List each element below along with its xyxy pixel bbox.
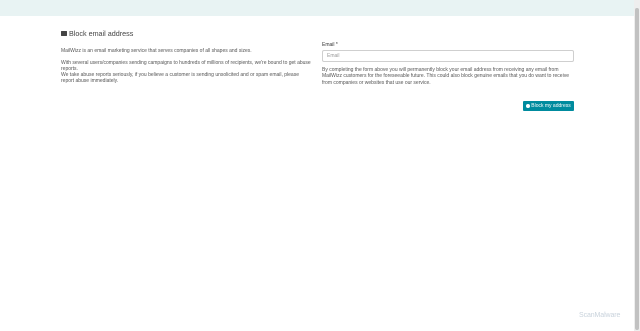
top-bar bbox=[0, 0, 634, 16]
page-title: Block email address bbox=[61, 29, 133, 38]
required-mark: * bbox=[335, 42, 338, 48]
vertical-scrollbar[interactable] bbox=[634, 0, 640, 331]
intro-paragraph-service: MailWizz is an email marketing service t… bbox=[61, 48, 252, 54]
block-button-label: Block my address bbox=[531, 103, 571, 109]
intro-paragraph-report-abuse: We take abuse reports seriously, if you … bbox=[61, 72, 299, 84]
email-label-text: Email bbox=[322, 42, 335, 48]
page-title-text: Block email address bbox=[69, 29, 134, 38]
email-input[interactable] bbox=[322, 50, 574, 62]
email-label: Email * bbox=[322, 42, 338, 48]
block-email-page: Block email address MailWizz is an email… bbox=[0, 0, 640, 331]
block-description: By completing the form above you will pe… bbox=[322, 67, 569, 86]
block-my-address-button[interactable]: Block my address bbox=[523, 101, 574, 111]
intro-paragraph-abuse-reports: With several users/companies sending cam… bbox=[61, 60, 311, 72]
circle-check-icon bbox=[526, 103, 531, 108]
scanmalware-watermark: ScanMalware bbox=[579, 312, 621, 319]
envelope-icon bbox=[61, 31, 67, 36]
intro-text: MailWizz is an email marketing service t… bbox=[61, 48, 313, 84]
scrollbar-thumb[interactable] bbox=[635, 8, 639, 330]
